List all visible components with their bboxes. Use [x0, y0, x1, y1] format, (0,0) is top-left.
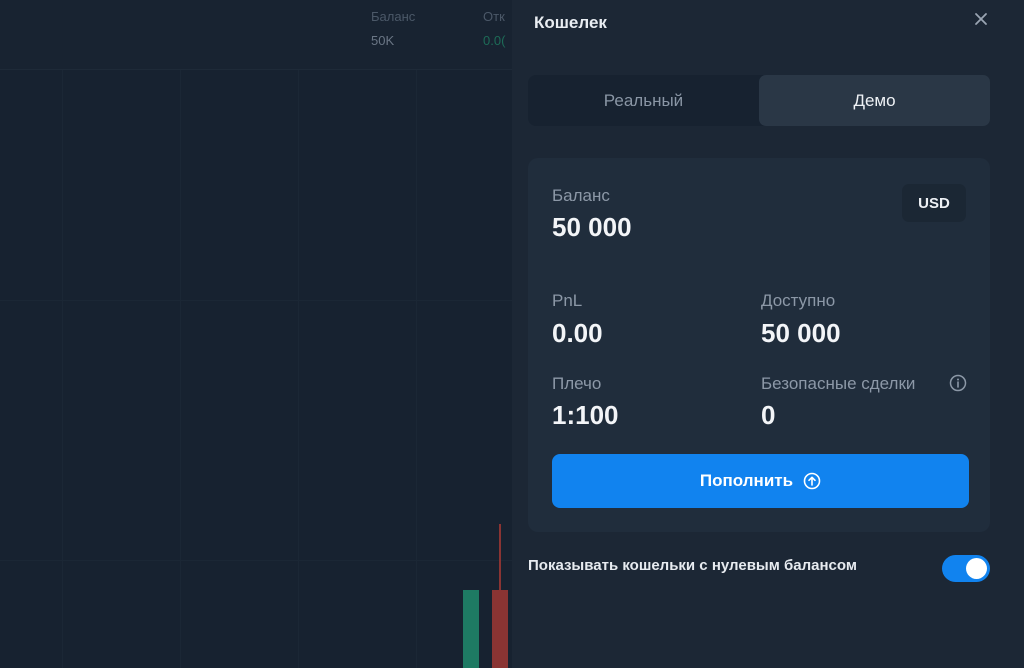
- open-stat-value: 0.0(: [483, 33, 506, 48]
- arrow-up-circle-icon: [803, 472, 821, 490]
- balance-stat: Баланс 50K: [371, 8, 415, 50]
- grid-line: [0, 300, 520, 301]
- show-zero-balance-toggle[interactable]: [942, 555, 990, 582]
- close-button[interactable]: [970, 8, 992, 30]
- balance-value: 50 000: [552, 212, 632, 242]
- candle-red: [492, 590, 508, 668]
- grid-line: [0, 560, 520, 561]
- balance-stat-value: 50K: [371, 33, 395, 48]
- pnl-label: PnL: [552, 291, 583, 310]
- balance-label: Баланс: [552, 186, 610, 205]
- leverage-label: Плечо: [552, 374, 602, 393]
- close-icon: [975, 13, 987, 25]
- toggle-knob: [966, 558, 987, 579]
- grid-line: [416, 70, 417, 668]
- chart-header: Баланс 50K Отк 0.0(: [0, 0, 520, 70]
- grid-line: [180, 70, 181, 668]
- open-stat: Отк 0.0(: [483, 8, 505, 50]
- open-stat-label: Отк: [483, 9, 505, 24]
- grid-line: [62, 70, 63, 668]
- tab-demo[interactable]: Демо: [759, 75, 990, 126]
- available-label: Доступно: [761, 291, 836, 310]
- grid-line: [298, 70, 299, 668]
- candle-green: [463, 590, 479, 668]
- pnl-value: 0.00: [552, 318, 603, 348]
- safe-trades-value: 0: [761, 400, 776, 430]
- deposit-button-label: Пополнить: [699, 471, 794, 490]
- info-icon[interactable]: [949, 374, 967, 392]
- deposit-button[interactable]: Пополнить: [552, 454, 969, 508]
- tab-real[interactable]: Реальный: [528, 75, 759, 126]
- available-value: 50 000: [761, 318, 841, 348]
- wallet-panel: Кошелек Реальный Демо Баланс 50 000 USD …: [512, 0, 1024, 668]
- balance-stat-label: Баланс: [371, 9, 416, 24]
- safe-trades-label: Безопасные сделки: [761, 374, 916, 393]
- show-zero-balance-label: Показывать кошельки с нулевым балансом: [528, 557, 857, 574]
- currency-selector[interactable]: USD: [902, 184, 966, 222]
- wallet-tabs: Реальный Демо: [528, 75, 990, 126]
- wallet-card: Баланс 50 000 USD PnL 0.00 Доступно 50 0…: [528, 158, 990, 532]
- panel-title: Кошелек: [534, 13, 607, 32]
- candle-wick: [499, 524, 501, 594]
- leverage-value: 1:100: [552, 400, 619, 430]
